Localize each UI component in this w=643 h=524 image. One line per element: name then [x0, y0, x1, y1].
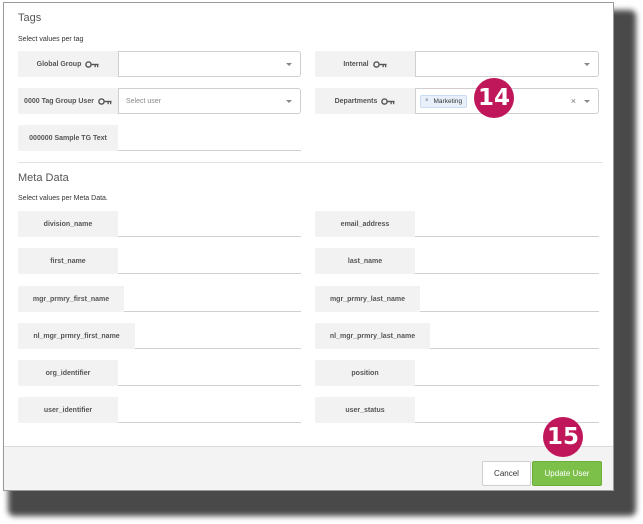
section-divider: [18, 162, 603, 163]
division-name-input[interactable]: [118, 211, 301, 237]
meta-section-subtitle: Select values per Meta Data.: [18, 195, 108, 202]
tag-label: Global Group: [18, 51, 118, 77]
chevron-down-icon[interactable]: [584, 100, 590, 103]
tag-label: 0000 Tag Group User: [18, 88, 118, 114]
meta-label: user_status: [315, 397, 415, 423]
tag-label-text: Internal: [343, 60, 369, 68]
mgr-prmry-first-name-input[interactable]: [124, 286, 301, 312]
meta-label: position: [315, 360, 415, 386]
meta-field-mgr-prmry-first-name: mgr_prmry_first_name: [18, 286, 301, 312]
chevron-down-icon[interactable]: [584, 63, 590, 66]
tag-label: 000000 Sample TG Text: [18, 125, 118, 151]
key-icon: [381, 97, 395, 105]
org-identifier-input[interactable]: [118, 360, 301, 386]
tag-field-departments: Departments × Marketing ×: [315, 88, 599, 114]
cancel-button[interactable]: Cancel: [482, 461, 531, 486]
chip-label: Marketing: [433, 97, 463, 105]
last-name-input[interactable]: [415, 248, 599, 274]
meta-label: user_identifier: [18, 397, 118, 423]
tag-label: Internal: [315, 51, 415, 77]
chevron-down-icon[interactable]: [286, 100, 292, 103]
tag-label-text: Global Group: [36, 60, 82, 68]
first-name-input[interactable]: [118, 248, 301, 274]
callout-badge-15: 15: [543, 417, 583, 457]
tag-field-tag-group-user: 0000 Tag Group User Select user: [18, 88, 301, 114]
tags-section-title: Tags: [18, 12, 42, 24]
meta-field-org-identifier: org_identifier: [18, 360, 301, 386]
internal-select[interactable]: [415, 51, 599, 77]
remove-chip-icon[interactable]: ×: [425, 98, 429, 104]
user-identifier-input[interactable]: [118, 397, 301, 423]
meta-label: nl_mgr_prmry_last_name: [315, 323, 430, 349]
meta-label: last_name: [315, 248, 415, 274]
nl-mgr-prmry-last-name-input[interactable]: [430, 323, 599, 349]
position-input[interactable]: [415, 360, 599, 386]
key-icon: [98, 97, 112, 105]
meta-label: org_identifier: [18, 360, 118, 386]
tag-label-text: Departments: [334, 97, 378, 105]
chevron-down-icon[interactable]: [286, 63, 292, 66]
meta-label: email_address: [315, 211, 415, 237]
tag-field-internal: Internal: [315, 51, 599, 77]
meta-label: first_name: [18, 248, 118, 274]
select-user-placeholder: Select user: [126, 97, 162, 105]
global-group-select[interactable]: [118, 51, 301, 77]
meta-field-email-address: email_address: [315, 211, 599, 237]
meta-field-nl-mgr-prmry-first-name: nl_mgr_prmry_first_name: [18, 323, 301, 349]
update-user-button[interactable]: Update User: [532, 461, 602, 486]
tag-field-sample-tg-text: 000000 Sample TG Text: [18, 125, 301, 151]
meta-section-title: Meta Data: [18, 172, 69, 184]
meta-field-nl-mgr-prmry-last-name: nl_mgr_prmry_last_name: [315, 323, 599, 349]
meta-label: mgr_prmry_first_name: [18, 286, 124, 312]
key-icon: [372, 60, 387, 68]
select-user-dropdown[interactable]: Select user: [118, 88, 301, 114]
edit-user-dialog: Tags Select values per tag Global Group …: [3, 2, 614, 491]
mgr-prmry-last-name-input[interactable]: [420, 286, 599, 312]
tag-label-text: 0000 Tag Group User: [24, 97, 94, 105]
nl-mgr-prmry-first-name-input[interactable]: [135, 323, 301, 349]
tag-label: Departments: [315, 88, 415, 114]
meta-field-user-identifier: user_identifier: [18, 397, 301, 423]
sample-tg-text-input[interactable]: [118, 125, 301, 151]
meta-field-mgr-prmry-last-name: mgr_prmry_last_name: [315, 286, 599, 312]
clear-selection-icon[interactable]: ×: [571, 96, 576, 106]
meta-field-division-name: division_name: [18, 211, 301, 237]
tag-field-global-group: Global Group: [18, 51, 301, 77]
meta-field-position: position: [315, 360, 599, 386]
email-address-input[interactable]: [415, 211, 599, 237]
meta-field-last-name: last_name: [315, 248, 599, 274]
meta-label: division_name: [18, 211, 118, 237]
meta-label: mgr_prmry_last_name: [315, 286, 420, 312]
tags-section-subtitle: Select values per tag: [18, 36, 84, 43]
dialog-footer: Cancel Update User: [4, 446, 613, 490]
key-icon: [85, 60, 99, 68]
callout-badge-14: 14: [474, 78, 514, 118]
selected-tag-chip: × Marketing: [420, 94, 468, 108]
meta-label: nl_mgr_prmry_first_name: [18, 323, 135, 349]
meta-field-first-name: first_name: [18, 248, 301, 274]
